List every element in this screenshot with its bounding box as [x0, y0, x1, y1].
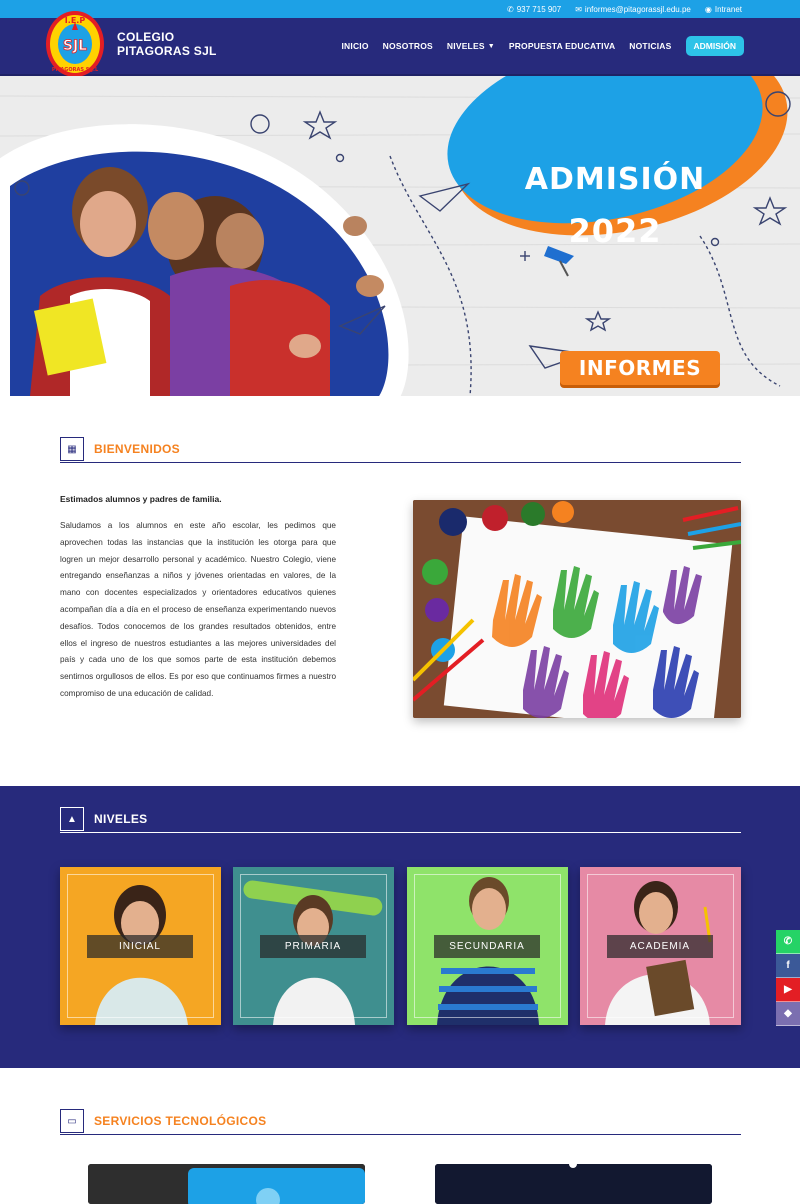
brand-line-2: PITAGORAS SJL — [117, 44, 217, 58]
nivel-card-academia[interactable]: ACADEMIA — [580, 867, 741, 1025]
welcome-lead: Estimados alumnos y padres de familia. — [60, 494, 222, 504]
svg-text:PITAGORAS S.J.L: PITAGORAS S.J.L — [52, 67, 99, 73]
niveles-section: ▲ NIVELES INICIAL PRIMARIA SECUNDARIA AC… — [0, 786, 800, 1068]
section-header-bienvenidos: ▦ BIENVENIDOS — [60, 437, 741, 463]
brand-line-1: COLEGIO — [117, 30, 175, 44]
app-icon[interactable]: ◆ — [776, 1002, 800, 1026]
section-title-niveles: NIVELES — [94, 812, 148, 826]
hero-banner: ADMISIÓN 2022 INFORMES — [0, 76, 800, 396]
main-nav: INICIO NOSOTROS NIVELES ▼ PROPUESTA EDUC… — [341, 36, 744, 56]
phone-link[interactable]: ✆ 937 715 907 — [507, 5, 561, 14]
nav-nosotros[interactable]: NOSOTROS — [383, 41, 433, 51]
logo-emblem: I.E.P SJL PITAGORAS S.J.L — [46, 11, 104, 77]
handprints-image — [413, 500, 741, 718]
admision-button[interactable]: ADMISIÓN — [685, 36, 744, 56]
servicio-illustration-1 — [88, 1164, 365, 1204]
servicio-image-2[interactable] — [435, 1164, 712, 1204]
nivel-label: SECUNDARIA — [434, 935, 540, 958]
email-text: informes@pitagorassjl.edu.pe — [584, 4, 691, 14]
chevron-down-icon: ▼ — [487, 42, 495, 50]
pushpin-doodle — [544, 246, 574, 277]
hero-title: ADMISIÓN — [524, 162, 706, 197]
email-link[interactable]: ✉ informes@pitagorassjl.edu.pe — [575, 5, 691, 14]
facebook-icon[interactable]: f — [776, 954, 800, 978]
intranet-link[interactable]: ◉ Intranet — [705, 5, 742, 14]
whatsapp-icon[interactable]: ✆ — [776, 930, 800, 954]
nivel-card-primaria[interactable]: PRIMARIA — [233, 867, 394, 1025]
servicio-illustration-2 — [435, 1164, 712, 1204]
youtube-icon[interactable]: ▶ — [776, 978, 800, 1002]
building-icon: ▦ — [60, 437, 84, 461]
school-logo[interactable]: I.E.P SJL PITAGORAS S.J.L — [45, 10, 105, 78]
graduation-cap-icon: ▲ — [60, 807, 84, 831]
nivel-card-secundaria[interactable]: SECUNDARIA — [407, 867, 568, 1025]
hero-year: 2022 — [568, 212, 662, 250]
nivel-card-inicial[interactable]: INICIAL — [60, 867, 221, 1025]
social-float-bar: ✆ f ▶ ◆ — [776, 930, 800, 1026]
whatsapp-icon: ✆ — [507, 4, 514, 14]
envelope-icon: ✉ — [575, 4, 582, 14]
nav-inicio[interactable]: INICIO — [341, 41, 368, 51]
nivel-label: INICIAL — [87, 935, 193, 958]
nav-noticias[interactable]: NOTICIAS — [629, 41, 671, 51]
nav-niveles-label: NIVELES — [446, 41, 485, 51]
intranet-text: Intranet — [714, 4, 742, 14]
phone-text: 937 715 907 — [516, 4, 562, 14]
nav-propuesta[interactable]: PROPUESTA EDUCATIVA — [509, 41, 615, 51]
section-header-servicios: ▭ SERVICIOS TECNOLÓGICOS — [60, 1109, 741, 1135]
handprints-illustration — [413, 500, 741, 718]
brand-name[interactable]: COLEGIO PITAGORAS SJL — [117, 30, 217, 58]
nav-niveles[interactable]: NIVELES ▼ — [447, 41, 495, 51]
site-header: I.E.P SJL PITAGORAS S.J.L COLEGIO PITAGO… — [0, 11, 800, 77]
nivel-label: PRIMARIA — [260, 935, 366, 958]
svg-text:I.E.P: I.E.P — [65, 16, 86, 25]
svg-text:SJL: SJL — [63, 38, 87, 54]
section-title-servicios: SERVICIOS TECNOLÓGICOS — [94, 1114, 267, 1128]
laptop-icon: ▭ — [60, 1109, 84, 1133]
informes-button[interactable]: INFORMES — [560, 351, 720, 385]
section-header-niveles: ▲ NIVELES — [60, 807, 741, 833]
servicio-image-1[interactable] — [88, 1164, 365, 1204]
welcome-body: Saludamos a los alumnos en este año esco… — [60, 521, 336, 698]
top-contact-bar: ✆ 937 715 907 ✉ informes@pitagorassjl.ed… — [0, 0, 800, 18]
globe-icon: ◉ — [704, 4, 712, 14]
nivel-label: ACADEMIA — [607, 935, 713, 958]
section-title-bienvenidos: BIENVENIDOS — [94, 442, 180, 456]
